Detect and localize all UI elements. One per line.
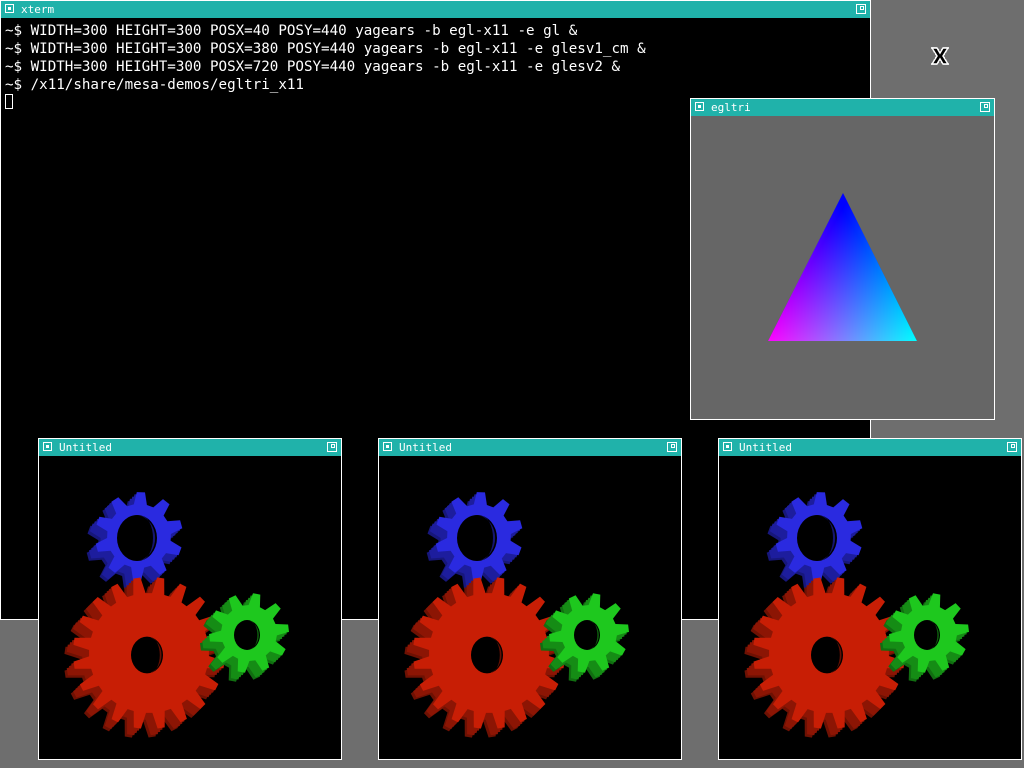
red-gear [404,577,565,738]
gears-canvas [39,456,341,759]
maximize-icon[interactable] [980,102,990,112]
gears-canvas [719,456,1021,759]
triangle-green-blend [768,193,917,341]
blue-gear [86,492,183,589]
gears-titlebar[interactable]: Untitled [39,439,341,456]
green-gear-hole [574,620,600,650]
gears-render [404,492,629,738]
blue-gear [766,492,863,589]
window-menu-icon[interactable] [5,4,14,13]
window-title: xterm [21,3,55,16]
window-title: egltri [711,101,751,114]
maximize-icon[interactable] [327,442,337,452]
maximize-icon[interactable] [1007,442,1017,452]
x-cursor-icon [930,47,950,65]
green-gear [200,593,289,682]
blue-gear-hole [457,515,497,561]
window-menu-icon[interactable] [43,442,52,451]
gears-canvas [379,456,681,759]
window-title: Untitled [739,441,792,454]
gears-window-1[interactable]: Untitled [38,438,342,760]
green-gear-hole [914,620,940,650]
green-gear [540,593,629,682]
maximize-icon[interactable] [856,4,866,14]
blue-gear-hole [797,515,837,561]
window-menu-icon[interactable] [723,442,732,451]
terminal-line: ~$ WIDTH=300 HEIGHT=300 POSX=40 POSY=440… [5,23,578,39]
egltri-canvas [691,116,994,419]
terminal-line: ~$ WIDTH=300 HEIGHT=300 POSX=720 POSY=44… [5,59,620,75]
red-gear-hole [131,636,163,674]
blue-gear [426,492,523,589]
green-gear [880,593,969,682]
red-gear-hole [811,636,843,674]
window-menu-icon[interactable] [695,102,704,111]
text-cursor [5,94,13,109]
xterm-titlebar[interactable]: xterm [1,1,870,18]
red-gear [64,577,225,738]
window-title: Untitled [399,441,452,454]
gears-window-2[interactable]: Untitled [378,438,682,760]
gears-render [64,492,289,738]
gears-render [744,492,969,738]
egltri-titlebar[interactable]: egltri [691,99,994,116]
triangle-render [768,193,917,341]
red-gear [744,577,905,738]
egltri-window[interactable]: egltri [690,98,995,420]
maximize-icon[interactable] [667,442,677,452]
gears-titlebar[interactable]: Untitled [379,439,681,456]
blue-gear-hole [117,515,157,561]
gears-window-3[interactable]: Untitled [718,438,1022,760]
terminal-line: ~$ WIDTH=300 HEIGHT=300 POSX=380 POSY=44… [5,41,646,57]
red-gear-hole [471,636,503,674]
terminal-line: ~$ /x11/share/mesa-demos/egltri_x11 [5,77,304,93]
window-menu-icon[interactable] [383,442,392,451]
gears-titlebar[interactable]: Untitled [719,439,1021,456]
green-gear-hole [234,620,260,650]
window-title: Untitled [59,441,112,454]
